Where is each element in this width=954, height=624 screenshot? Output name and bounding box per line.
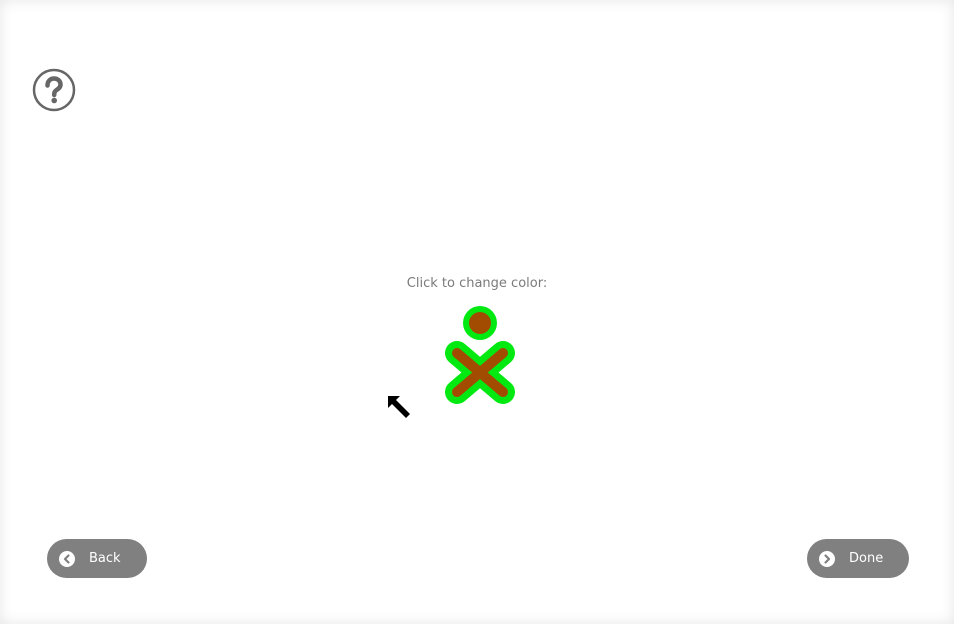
xo-color-picker[interactable] xyxy=(440,302,520,406)
help-button[interactable] xyxy=(32,68,76,112)
back-arrow-icon xyxy=(59,550,75,567)
prompt-text: Click to change color: xyxy=(406,276,548,291)
mouse-pointer xyxy=(386,394,412,420)
back-button[interactable]: Back xyxy=(47,539,147,578)
page-frame: Click to change color: Back Done xyxy=(0,0,954,624)
done-button[interactable]: Done xyxy=(807,539,909,578)
forward-arrow-icon xyxy=(819,550,835,567)
back-button-label: Back xyxy=(89,551,121,566)
done-button-label: Done xyxy=(849,551,884,566)
help-icon xyxy=(32,68,76,112)
xo-buddy-icon xyxy=(445,306,515,404)
mouse-pointer-icon xyxy=(388,396,410,418)
